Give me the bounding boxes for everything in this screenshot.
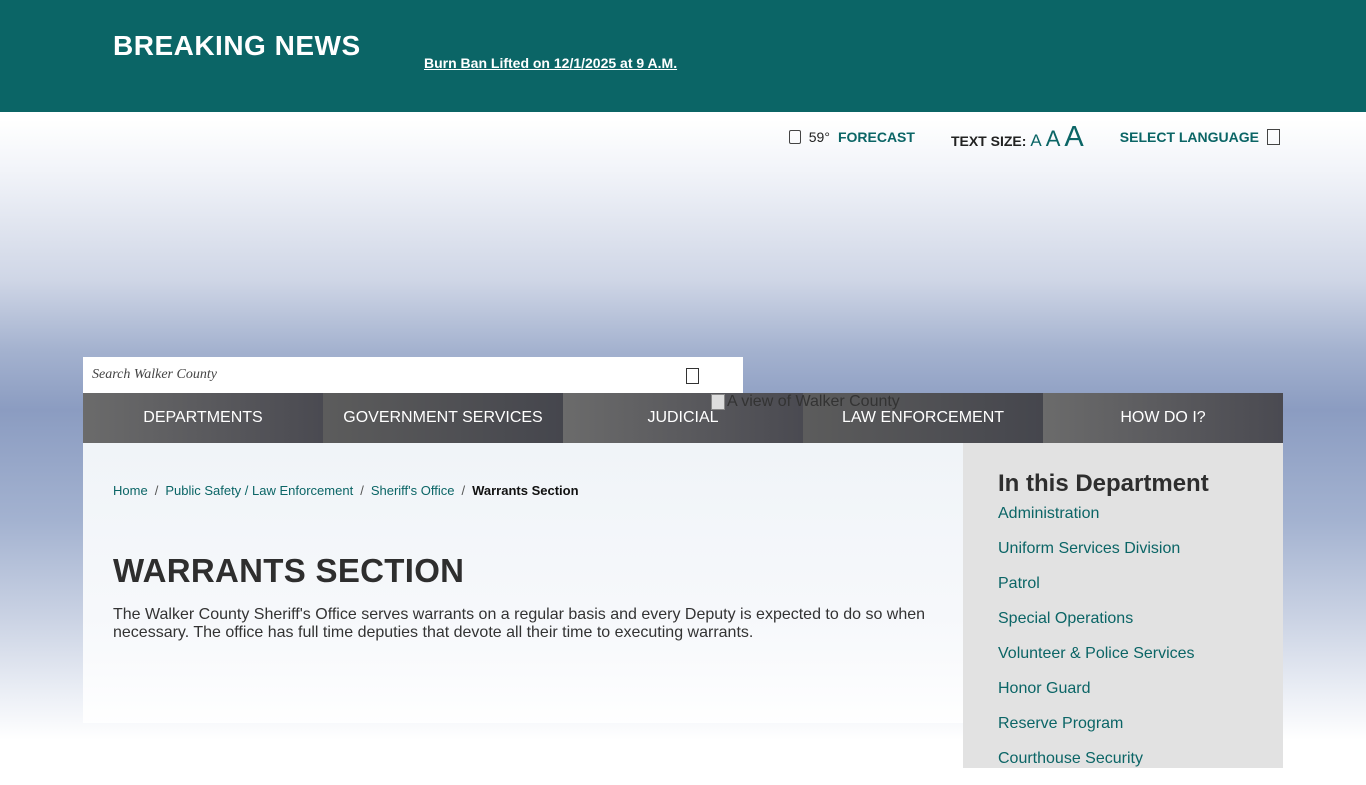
text-size-large-button[interactable]: A [1064,121,1083,154]
breaking-news-link[interactable]: Burn Ban Lifted on 12/1/2025 at 9 A.M. [424,55,677,71]
text-size-control: TEXT SIZE: A A A [951,121,1084,154]
text-size-small-button[interactable]: A [1030,131,1041,151]
nav-item-departments[interactable]: DEPARTMENTS [83,393,323,443]
text-size-medium-button[interactable]: A [1046,126,1061,152]
breadcrumb-sheriffs-office[interactable]: Sheriff's Office [371,483,455,498]
search-icon[interactable] [686,368,699,384]
weather-widget[interactable]: 59° FORECAST [788,129,915,145]
breadcrumb-separator: / [461,483,466,498]
sidebar-list: Administration Uniform Services Division… [998,505,1195,785]
breadcrumb: Home / Public Safety / Law Enforcement /… [113,483,579,498]
sidebar-title: In this Department [998,470,1209,497]
cloud-icon [788,130,801,144]
select-language-label: SELECT LANGUAGE [1119,129,1259,145]
breadcrumb-separator: / [154,483,159,498]
breadcrumb-separator: / [360,483,364,498]
nav-item-government-services[interactable]: GOVERNMENT SERVICES [323,393,563,443]
globe-icon [1267,129,1280,145]
main-nav: DEPARTMENTS GOVERNMENT SERVICES JUDICIAL… [83,393,1283,443]
sidebar-item-patrol[interactable]: Patrol [998,575,1195,610]
banner-image: A view of Walker County [711,393,900,411]
sidebar-item-honor-guard[interactable]: Honor Guard [998,680,1195,715]
select-language-button[interactable]: SELECT LANGUAGE [1120,129,1280,145]
sidebar-item-special-operations[interactable]: Special Operations [998,610,1195,645]
breadcrumb-home[interactable]: Home [113,483,148,498]
search-input[interactable] [92,367,672,383]
nav-item-how-do-i[interactable]: HOW DO I? [1043,393,1283,443]
breaking-news-title: BREAKING NEWS [113,30,361,61]
page-title: WARRANTS SECTION [113,552,465,589]
sidebar-item-administration[interactable]: Administration [998,505,1195,540]
search-bar [83,357,743,393]
breadcrumb-current: Warrants Section [472,483,579,498]
sidebar-item-volunteer-police-services[interactable]: Volunteer & Police Services [998,645,1195,680]
temperature: 59° [808,129,830,145]
banner-image-alt-text: A view of Walker County [727,393,900,410]
utility-bar: 59° FORECAST TEXT SIZE: A A A SELECT LAN… [788,118,1280,156]
sidebar-item-reserve-program[interactable]: Reserve Program [998,715,1195,750]
breaking-news-banner: BREAKING NEWS Burn Ban Lifted on 12/1/20… [0,0,1366,112]
broken-image-icon [711,394,725,410]
forecast-link[interactable]: FORECAST [838,129,915,145]
page-body-text: The Walker County Sheriff's Office serve… [113,606,926,641]
sidebar-item-uniform-services-division[interactable]: Uniform Services Division [998,540,1195,575]
text-size-label: TEXT SIZE: [950,132,1027,149]
breadcrumb-public-safety[interactable]: Public Safety / Law Enforcement [165,483,353,498]
